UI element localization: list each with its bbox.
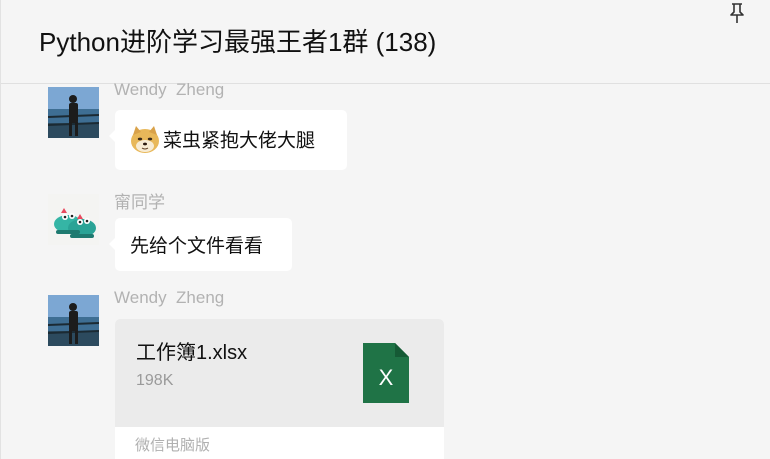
excel-file-icon: X bbox=[363, 343, 409, 403]
file-message-card[interactable]: 工作簿1.xlsx 198K X 微信电脑版 bbox=[115, 319, 444, 459]
message-text: 先给个文件看看 bbox=[130, 236, 264, 257]
avatar[interactable] bbox=[48, 87, 99, 138]
pin-icon[interactable] bbox=[727, 2, 747, 24]
avatar[interactable] bbox=[48, 194, 99, 245]
chat-title: Python进阶学习最强王者1群 (138) bbox=[39, 27, 437, 57]
sender-name: 甯同学 bbox=[114, 193, 165, 212]
message-bubble[interactable]: 先给个文件看看 bbox=[109, 218, 292, 271]
file-card-body: 工作簿1.xlsx 198K X bbox=[115, 319, 444, 427]
chat-window: Python进阶学习最强王者1群 (138) Wendy Zheng 菜虫紧抱大… bbox=[0, 0, 770, 459]
sender-name: Wendy Zheng bbox=[114, 80, 225, 99]
sender-name: Wendy Zheng bbox=[114, 288, 225, 307]
message-text: 菜虫紧抱大佬大腿 bbox=[163, 130, 316, 152]
avatar[interactable] bbox=[48, 295, 99, 346]
doge-emoji-icon bbox=[131, 126, 159, 153]
file-name: 工作簿1.xlsx bbox=[136, 342, 248, 364]
file-source-label: 微信电脑版 bbox=[135, 437, 211, 454]
excel-letter: X bbox=[378, 365, 394, 390]
chat-header: Python进阶学习最强王者1群 (138) bbox=[1, 0, 770, 84]
message-bubble[interactable]: 菜虫紧抱大佬大腿 bbox=[109, 110, 347, 170]
file-size: 198K bbox=[136, 372, 174, 389]
